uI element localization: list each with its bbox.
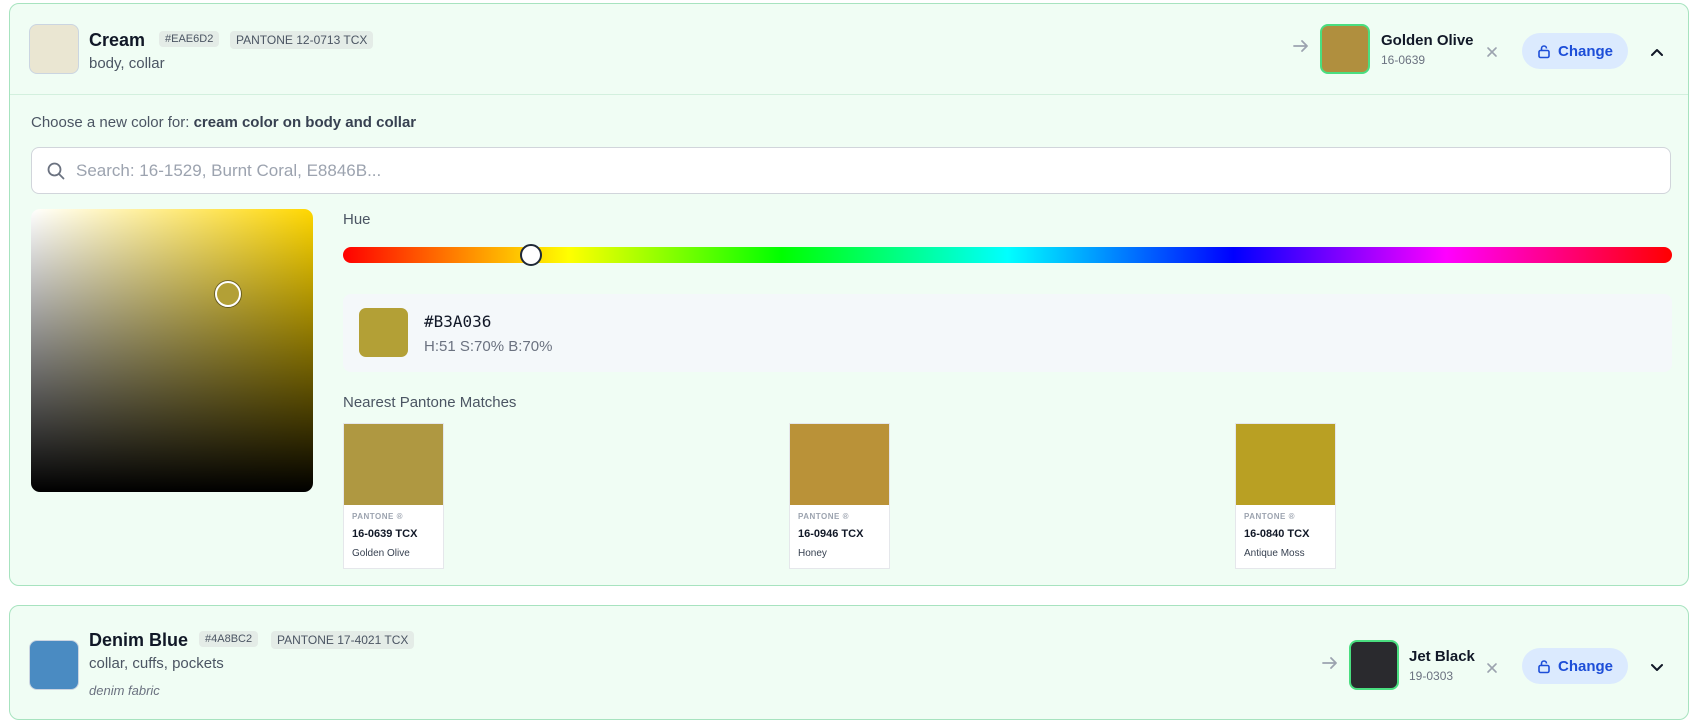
match-brand: PANTONE ® — [1244, 512, 1295, 521]
hex-chip: #4A8BC2 — [199, 631, 259, 647]
hue-slider[interactable] — [343, 247, 1672, 263]
match-brand: PANTONE ® — [352, 512, 403, 521]
search-box[interactable] — [31, 147, 1671, 194]
current-hex: #B3A036 — [424, 312, 492, 331]
color-name: Denim Blue — [89, 630, 189, 650]
match-code: 16-0946 TCX — [798, 528, 864, 540]
match-name: Antique Moss — [1244, 548, 1305, 559]
note-text: denim fabric — [89, 683, 160, 698]
match-code: 16-0639 TCX — [352, 528, 418, 540]
color-item-card: Denim Blue #4A8BC2 PANTONE 17-4021 TCX c… — [9, 605, 1689, 720]
saturation-brightness-handle[interactable] — [215, 280, 242, 307]
replacement-color-swatch — [1320, 24, 1370, 74]
chevron-up-icon[interactable] — [1647, 42, 1667, 62]
replacement-name: Jet Black — [1409, 648, 1475, 665]
pantone-match-card[interactable]: PANTONE ® 16-0840 TCX Antique Moss — [1235, 423, 1336, 569]
search-icon — [47, 162, 65, 180]
color-name: Cream — [89, 30, 146, 50]
original-color-swatch — [29, 640, 79, 690]
lock-icon — [1538, 659, 1550, 673]
match-name: Honey — [798, 548, 827, 559]
replacement-name: Golden Olive — [1381, 32, 1474, 49]
color-item-header[interactable]: Cream #EAE6D2 PANTONE 12-0713 TCX body, … — [10, 4, 1688, 95]
pantone-match-card[interactable]: PANTONE ® 16-0639 TCX Golden Olive — [343, 423, 444, 569]
match-code: 16-0840 TCX — [1244, 528, 1310, 540]
change-button-label: Change — [1557, 657, 1613, 675]
match-name: Golden Olive — [352, 548, 410, 559]
search-input[interactable] — [76, 156, 1636, 185]
arrow-right-icon — [1321, 654, 1339, 678]
lock-icon — [1538, 44, 1550, 58]
change-button-label: Change — [1557, 42, 1613, 60]
match-swatch — [344, 424, 443, 505]
pantone-chip: PANTONE 12-0713 TCX — [230, 31, 374, 49]
change-button[interactable]: Change — [1522, 33, 1628, 69]
pantone-match-card[interactable]: PANTONE ® 16-0946 TCX Honey — [789, 423, 890, 569]
match-swatch — [1236, 424, 1335, 505]
color-item-header[interactable]: Denim Blue #4A8BC2 PANTONE 17-4021 TCX c… — [10, 606, 1688, 721]
clear-replacement-icon[interactable] — [1485, 43, 1499, 64]
arrow-right-icon — [1292, 37, 1310, 61]
saturation-brightness-picker[interactable] — [31, 209, 313, 492]
color-preview-panel: #B3A036 H:51 S:70% B:70% — [343, 294, 1672, 372]
replacement-code: 16-0639 — [1381, 53, 1426, 67]
change-button[interactable]: Change — [1522, 648, 1628, 684]
nearest-matches-label: Nearest Pantone Matches — [343, 394, 517, 411]
current-hsb: H:51 S:70% B:70% — [424, 338, 553, 355]
prompt-prefix: Choose a new color for: — [31, 114, 190, 131]
match-swatch — [790, 424, 889, 505]
chevron-down-icon[interactable] — [1647, 657, 1667, 677]
match-brand: PANTONE ® — [798, 512, 849, 521]
hex-chip: #EAE6D2 — [159, 31, 220, 47]
current-color-swatch — [359, 308, 408, 357]
clear-replacement-icon[interactable] — [1485, 659, 1499, 680]
original-color-swatch — [29, 24, 79, 74]
choose-color-prompt: Choose a new color for: cream color on b… — [31, 114, 416, 131]
replacement-code: 19-0303 — [1409, 669, 1454, 683]
replacement-color-swatch — [1349, 640, 1399, 690]
usage-text: collar, cuffs, pockets — [89, 655, 224, 672]
pantone-chip: PANTONE 17-4021 TCX — [271, 631, 415, 649]
prompt-target: cream color on body and collar — [193, 114, 417, 131]
hue-label: Hue — [343, 211, 371, 228]
usage-text: body, collar — [89, 55, 165, 72]
color-item-card: Cream #EAE6D2 PANTONE 12-0713 TCX body, … — [9, 3, 1689, 586]
